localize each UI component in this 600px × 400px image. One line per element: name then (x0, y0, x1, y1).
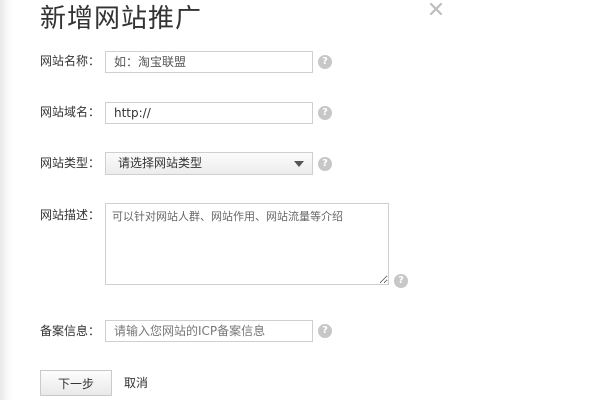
close-icon[interactable] (427, 0, 445, 18)
site-description-textarea[interactable] (105, 203, 389, 285)
icp-info-label: 备案信息： (40, 324, 101, 338)
dialog-title: 新增网站推广 (40, 4, 203, 34)
cancel-link[interactable]: 取消 (124, 375, 148, 391)
site-type-label: 网站类型： (40, 156, 101, 170)
site-name-label: 网站名称： (40, 54, 101, 68)
site-type-selected-value: 请选择网站类型 (118, 156, 203, 170)
site-type-select[interactable]: 请选择网站类型 (105, 152, 313, 175)
next-step-button[interactable]: 下一步 (40, 370, 112, 396)
icp-info-input[interactable] (105, 320, 313, 342)
site-name-input[interactable] (105, 51, 313, 73)
site-type-help-icon[interactable]: ? (318, 157, 332, 171)
add-site-promotion-dialog: 新增网站推广 网站名称： ? 网站域名： ? 网站类型： 请选择网站类型 ? 网… (0, 0, 600, 400)
site-description-label: 网站描述： (40, 208, 101, 222)
site-description-help-icon[interactable]: ? (394, 274, 408, 288)
site-domain-help-icon[interactable]: ? (318, 106, 332, 120)
site-domain-label: 网站域名： (40, 105, 101, 119)
chevron-down-icon (294, 161, 304, 167)
dialog-left-shadow (0, 0, 12, 400)
site-domain-input[interactable] (105, 102, 313, 124)
icp-info-help-icon[interactable]: ? (318, 324, 332, 338)
site-name-help-icon[interactable]: ? (318, 55, 332, 69)
